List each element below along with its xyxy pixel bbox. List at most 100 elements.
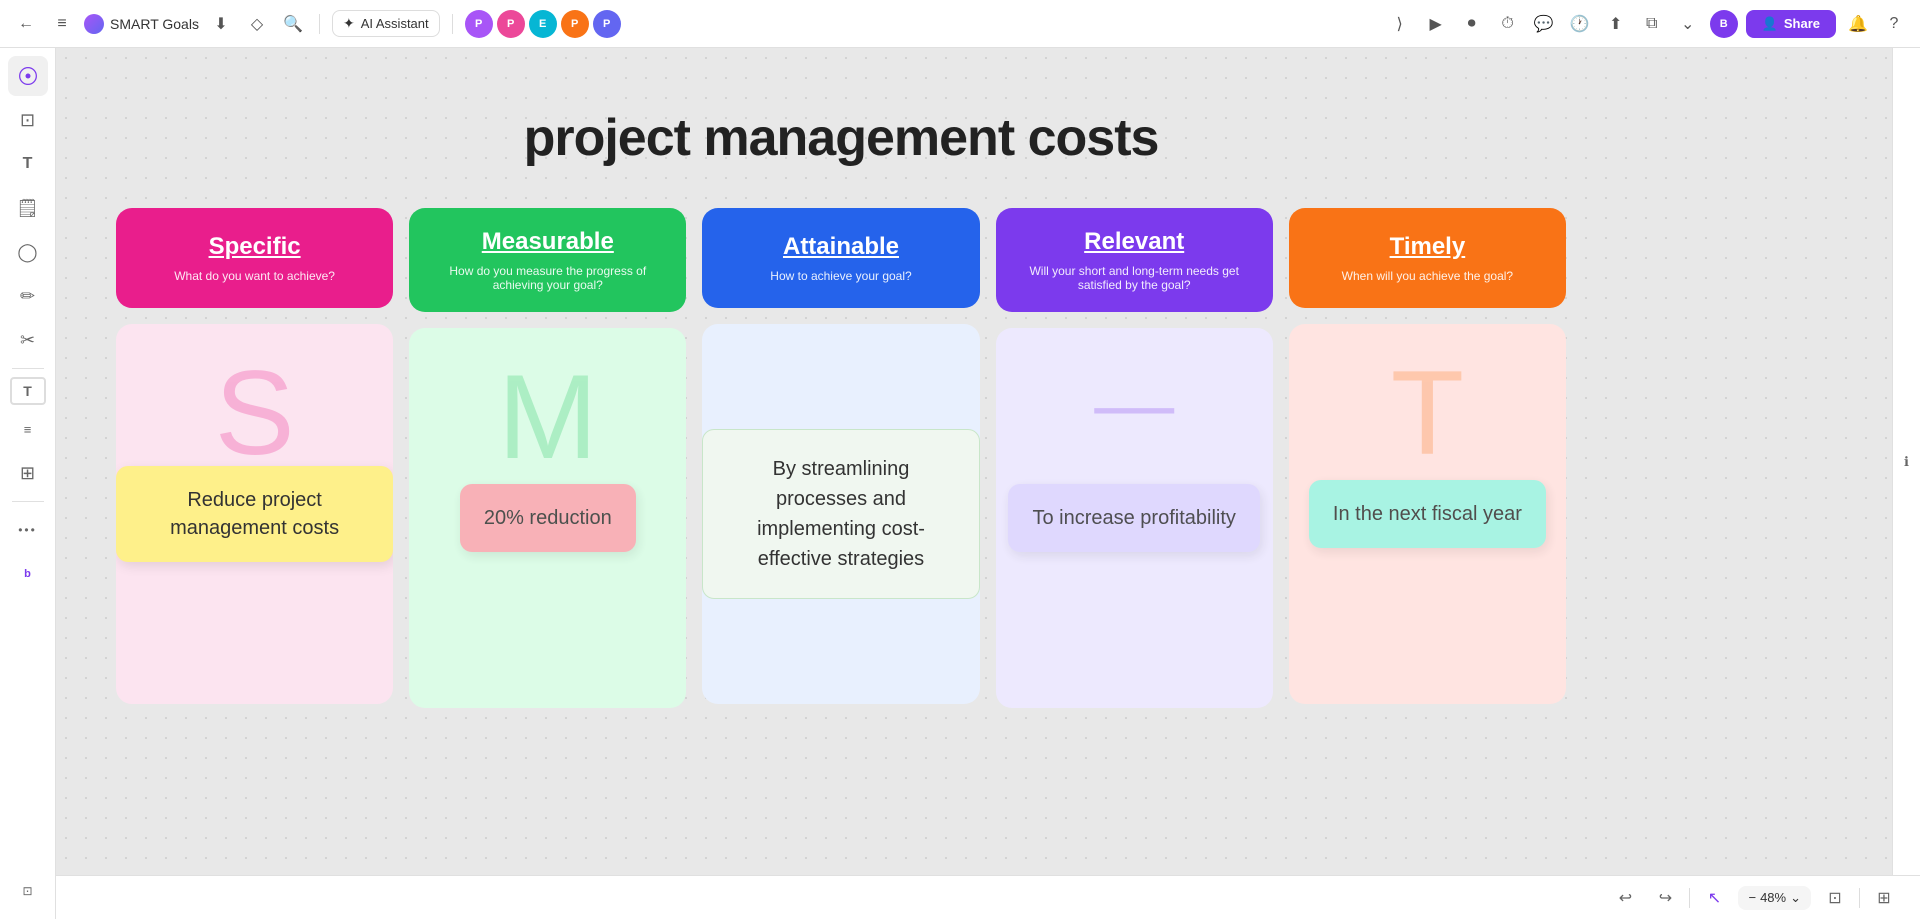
measurable-ghost-icon: M — [498, 348, 598, 486]
download-button[interactable]: ⬇ — [207, 10, 235, 38]
filter-icon[interactable]: ⧉ — [1638, 10, 1666, 38]
relevant-note[interactable]: To increase profitability — [1008, 484, 1259, 552]
app-logo — [84, 14, 104, 34]
collab-icons: P P E P P — [465, 10, 621, 38]
sidebar-item-paint[interactable] — [8, 56, 48, 96]
measurable-note[interactable]: 20% reduction — [460, 484, 636, 552]
collab-user-2[interactable]: P — [497, 10, 525, 38]
divider2 — [452, 14, 453, 34]
topbar-right: ⟩ ▶ ⏺ ⏱ 💬 🕐 ⬆ ⧉ ⌄ B 👤 Share 🔔 ? — [1386, 10, 1908, 38]
header-attainable-sublabel: How to achieve your goal? — [770, 269, 911, 283]
chevron-icon[interactable]: ⌄ — [1674, 10, 1702, 38]
search-button[interactable]: 🔍 — [279, 10, 307, 38]
col-attainable: Attainable How to achieve your goal? By … — [702, 208, 979, 708]
panel-relevant[interactable]: — To increase profitability — [996, 328, 1273, 708]
bottombar-divider2 — [1859, 888, 1860, 908]
header-specific-label: Specific — [209, 233, 301, 261]
sidebar-item-scissors[interactable]: ✂ — [8, 320, 48, 360]
present-icon[interactable]: ▶ — [1422, 10, 1450, 38]
sidebar-item-bottom[interactable]: ⊡ — [8, 871, 48, 911]
zoom-chevron-icon[interactable]: ⌄ — [1790, 890, 1801, 906]
sidebar-item-table[interactable]: ⊞ — [8, 453, 48, 493]
attainable-note-text: By streamlining processes and implementi… — [757, 458, 925, 570]
header-timely[interactable]: Timely When will you achieve the goal? — [1289, 208, 1566, 308]
zoom-control[interactable]: − 48% ⌄ — [1738, 886, 1811, 910]
share-label: Share — [1784, 16, 1820, 31]
expand-icon[interactable]: ⟩ — [1386, 10, 1414, 38]
export-icon[interactable]: ⬆ — [1602, 10, 1630, 38]
left-sidebar: ⊡ T 🗒 ◯ ✏ ✂ T ≡ ⊞ ••• b ⊡ — [0, 48, 56, 919]
sidebar-sep-2 — [12, 501, 44, 502]
clock-icon[interactable]: 🕐 — [1566, 10, 1594, 38]
sidebar-item-list[interactable]: ≡ — [8, 409, 48, 449]
header-attainable-label: Attainable — [783, 233, 899, 261]
grid-button[interactable]: ⊞ — [1868, 882, 1900, 914]
help-icon[interactable]: ? — [1880, 10, 1908, 38]
relevant-ghost-icon: — — [1094, 358, 1174, 450]
app-title-area: SMART Goals — [84, 14, 199, 34]
info-icon[interactable]: ℹ — [1891, 446, 1920, 478]
zoom-minus-icon[interactable]: − — [1748, 890, 1756, 905]
record-icon[interactable]: ⏺ — [1458, 10, 1486, 38]
sidebar-item-note[interactable]: 🗒 — [8, 188, 48, 228]
share-icon: 👤 — [1762, 16, 1778, 32]
header-specific[interactable]: Specific What do you want to achieve? — [116, 208, 393, 308]
redo-button[interactable]: ↪ — [1649, 882, 1681, 914]
comment-icon[interactable]: 💬 — [1530, 10, 1558, 38]
share-button[interactable]: 👤 Share — [1746, 10, 1836, 38]
bottombar: ↩ ↪ ↖ − 48% ⌄ ⊡ ⊞ — [56, 875, 1920, 919]
topbar: ← ≡ SMART Goals ⬇ ◇ 🔍 ✦ AI Assistant P P… — [0, 0, 1920, 48]
col-specific: Specific What do you want to achieve? S … — [116, 208, 393, 708]
sidebar-item-text2[interactable]: T — [10, 377, 46, 405]
topbar-left: ← ≡ SMART Goals ⬇ ◇ 🔍 ✦ AI Assistant P P… — [12, 10, 1378, 38]
header-measurable-sublabel: How do you measure the progress of achie… — [425, 264, 670, 292]
header-relevant-sublabel: Will your short and long-term needs get … — [1012, 264, 1257, 292]
ai-logo-icon: ✦ — [343, 15, 355, 32]
sidebar-item-shape[interactable]: ◯ — [8, 232, 48, 272]
undo-button[interactable]: ↩ — [1609, 882, 1641, 914]
cursor-icon[interactable]: ↖ — [1698, 882, 1730, 914]
header-attainable[interactable]: Attainable How to achieve your goal? — [702, 208, 979, 308]
collab-user-1[interactable]: P — [465, 10, 493, 38]
header-timely-label: Timely — [1390, 233, 1466, 261]
timely-note-text: In the next fiscal year — [1333, 503, 1522, 525]
panel-specific[interactable]: S Reduce project management costs — [116, 324, 393, 704]
sidebar-item-more[interactable]: ••• — [8, 510, 48, 550]
timely-ghost-icon: T — [1391, 344, 1464, 482]
header-relevant[interactable]: Relevant Will your short and long-term n… — [996, 208, 1273, 312]
collab-user-3[interactable]: E — [529, 10, 557, 38]
col-relevant: Relevant Will your short and long-term n… — [996, 208, 1273, 708]
header-specific-sublabel: What do you want to achieve? — [174, 269, 335, 283]
collab-user-5[interactable]: P — [593, 10, 621, 38]
header-measurable-label: Measurable — [482, 228, 614, 256]
bell-icon[interactable]: 🔔 — [1844, 10, 1872, 38]
attainable-note[interactable]: By streamlining processes and implementi… — [702, 429, 979, 599]
user-avatar[interactable]: B — [1710, 10, 1738, 38]
right-sidebar: ℹ — [1892, 48, 1920, 875]
panel-measurable[interactable]: M 20% reduction — [409, 328, 686, 708]
specific-ghost-icon: S — [215, 344, 295, 482]
sidebar-item-frame[interactable]: ⊡ — [8, 100, 48, 140]
canvas-content: project management costs Specific What d… — [116, 108, 1566, 708]
header-relevant-label: Relevant — [1084, 228, 1184, 256]
ai-assistant-button[interactable]: ✦ AI Assistant — [332, 10, 440, 37]
zoom-label: 48% — [1760, 890, 1786, 905]
tag-button[interactable]: ◇ — [243, 10, 271, 38]
panel-timely[interactable]: T In the next fiscal year — [1289, 324, 1566, 704]
timer-icon[interactable]: ⏱ — [1494, 10, 1522, 38]
page-title: project management costs — [116, 108, 1566, 168]
back-button[interactable]: ← — [12, 10, 40, 38]
sidebar-sep-1 — [12, 368, 44, 369]
menu-button[interactable]: ≡ — [48, 10, 76, 38]
canvas-area[interactable]: project management costs Specific What d… — [56, 48, 1920, 919]
collab-user-4[interactable]: P — [561, 10, 589, 38]
sidebar-item-pen[interactable]: ✏ — [8, 276, 48, 316]
header-measurable[interactable]: Measurable How do you measure the progre… — [409, 208, 686, 312]
timely-note[interactable]: In the next fiscal year — [1309, 480, 1546, 548]
specific-note[interactable]: Reduce project management costs — [116, 466, 393, 562]
panel-attainable[interactable]: By streamlining processes and implementi… — [702, 324, 979, 704]
sidebar-item-text[interactable]: T — [8, 144, 48, 184]
zoom-fit-button[interactable]: ⊡ — [1819, 882, 1851, 914]
sidebar-item-template[interactable]: b — [8, 554, 48, 594]
divider — [319, 14, 320, 34]
